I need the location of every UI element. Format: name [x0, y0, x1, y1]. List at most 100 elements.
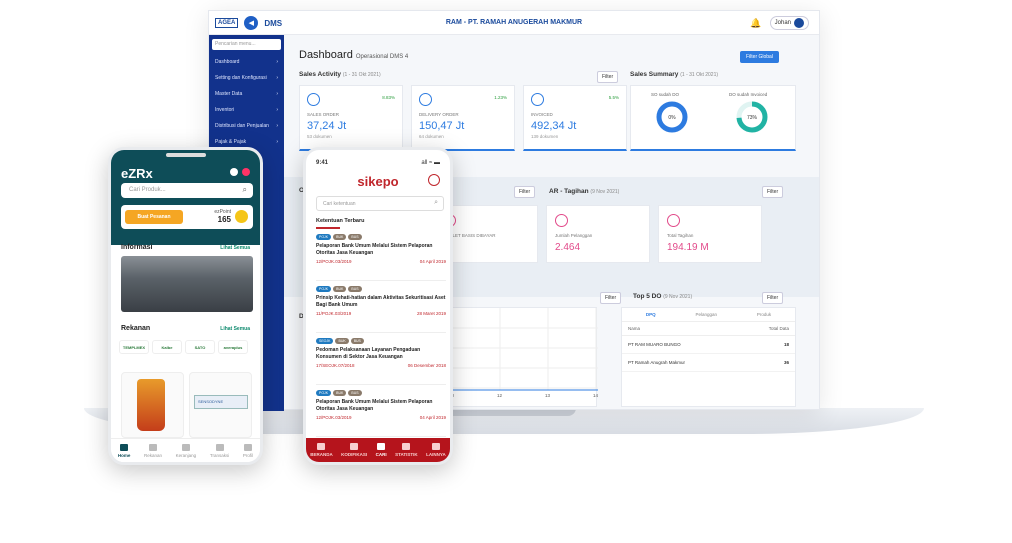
sales-card[interactable]: 8.83% SALES ORDER 37,24 Jt 53 dokumen — [299, 85, 403, 151]
chevron-icon: › — [276, 139, 278, 145]
sidebar-item[interactable]: Dashboard › — [209, 54, 284, 70]
tab-icon — [243, 443, 252, 451]
global-filter-button[interactable]: Filter Global — [740, 51, 779, 63]
card-label: INVOICED — [531, 112, 553, 117]
ar-title: AR - Tagihan (9 Nov 2021) — [549, 188, 620, 195]
chevron-icon: › — [276, 123, 278, 129]
bell-icon[interactable]: 🔔 — [750, 18, 761, 29]
sidebar-item[interactable]: Distribusi dan Penjualan › — [209, 118, 284, 134]
profile-icon[interactable] — [428, 174, 440, 186]
tab-item[interactable]: Rekanan — [144, 443, 162, 458]
top5-filter-button[interactable]: Filter — [762, 292, 784, 304]
regulation-date: 06 Desember 2018 — [407, 363, 446, 368]
tag-badge: POJK — [316, 390, 332, 396]
tab-icon — [181, 443, 190, 451]
sidebar-item-label: Distribusi dan Penjualan — [215, 123, 269, 129]
partner-logo[interactable]: averaplus — [218, 340, 248, 354]
partner-logo[interactable]: Kalbe — [152, 340, 182, 354]
table-row[interactable]: PT Ramah Anugrah Makmur 36 — [622, 354, 795, 372]
col-total: Total Data — [768, 326, 789, 331]
card-value: 37,24 Jt — [307, 120, 347, 132]
top5-tab[interactable]: Produk — [757, 312, 771, 317]
card-value: 492,34 Jt — [531, 120, 577, 132]
page-title: Dashboard Operasional DMS 4 — [299, 49, 408, 61]
sidebar-item[interactable]: Inventori › — [209, 102, 284, 118]
partner-logo[interactable]: SATO — [185, 340, 215, 354]
tab-icon — [120, 443, 129, 451]
donut-do-invoiced: 73% — [736, 101, 768, 133]
sidebar-item[interactable]: Setting dan Konfigurasi › — [209, 70, 284, 86]
tab-item[interactable]: BERANDA — [310, 443, 333, 457]
tag-badge: BUS — [348, 286, 362, 292]
tab-item[interactable]: Transaksi — [210, 443, 229, 458]
company-name: RAM - PT. RAMAH ANUGERAH MAKMUR — [445, 19, 583, 26]
ezpoint: ezPoint 165 — [214, 209, 231, 224]
notification-icon[interactable] — [242, 168, 250, 176]
sales-card[interactable]: 1.23% DELIVERY ORDER 150,47 Jt 64 dokumen — [411, 85, 515, 151]
table-row[interactable]: PT RAM MUARO BUNGO 18 — [622, 336, 795, 354]
partner-logo[interactable]: TEMPLMEX — [119, 340, 149, 354]
tab-item[interactable]: LAINNYA — [426, 443, 446, 457]
product-search-input[interactable]: Cari Produk... ⌕ — [121, 183, 253, 198]
regulation-item[interactable]: POJK BUK BUS Pelaporan Bank Umum Melalui Si… — [316, 234, 446, 281]
laptop-screen: AGEA ◀ DMS RAM - PT. RAMAH ANUGERAH MAKM… — [208, 10, 820, 411]
product-image: SENSODYNE — [194, 395, 248, 409]
tab-item[interactable]: Home — [117, 443, 131, 458]
tab-icon — [149, 443, 157, 451]
chart-filter-button[interactable]: Filter — [600, 292, 622, 304]
ezrx-phone: eZRx Cari Produk... ⌕ Buat Pesanan ezPoin… — [108, 147, 263, 465]
user-menu[interactable]: Johan — [769, 16, 809, 30]
card-value: 194.19 M — [667, 242, 709, 253]
x-tick: 14 — [593, 393, 599, 398]
ar-card[interactable]: Jumlah Pelanggan 2.464 — [546, 205, 650, 263]
ar-card[interactable]: Total Tagihan 194.19 M — [658, 205, 762, 263]
tab-label: Home — [117, 452, 131, 458]
ar-filter-button[interactable]: Filter — [514, 186, 536, 198]
col-name: Nama — [628, 326, 641, 331]
info-see-all-link[interactable]: Lihat Semua — [220, 245, 250, 251]
chevron-icon: › — [276, 59, 278, 65]
product-card[interactable]: SENSODYNE — [189, 372, 252, 438]
sales-card[interactable]: 5.5% INVOICED 492,34 Jt 139 dokumen — [523, 85, 627, 151]
tag-badge: POJK — [316, 286, 332, 292]
partners-see-all-link[interactable]: Lihat Semua — [220, 326, 250, 332]
search-placeholder: Cari Produk... — [129, 187, 166, 193]
sidebar-item[interactable]: Master Data › — [209, 86, 284, 102]
top5-title: Top 5 DO (9 Nov 2021) — [633, 293, 693, 300]
trend: 8.83% — [382, 95, 395, 100]
card-label: Total Tagihan — [667, 233, 694, 238]
regulation-title: Pelaporan Bank Umum Melalui Sistem Pelap… — [316, 243, 433, 256]
regulation-code: 17/SEOJK.07/2018 — [316, 363, 355, 368]
tab-item[interactable]: STATISTIK — [395, 443, 418, 457]
row-total: 18 — [783, 342, 789, 347]
tab-item[interactable]: Keranjang — [176, 443, 196, 458]
regulation-item[interactable]: SEOJK BUK BUS Pedoman Pelaksanaan Layanan P… — [316, 338, 446, 385]
order-banner: Buat Pesanan ezPoint 165 — [121, 205, 253, 229]
partners-title: Rekanan — [121, 325, 151, 332]
tab-item[interactable]: Profil — [243, 443, 253, 458]
warehouse-image[interactable] — [121, 256, 253, 312]
ar-filter-button-2[interactable]: Filter — [762, 186, 784, 198]
status-icons: all ≈ ▬ — [421, 160, 440, 166]
sidebar-item-label: Pajak & Pajak — [215, 139, 247, 145]
help-icon[interactable] — [230, 168, 238, 176]
sidebar-item-label: Inventori — [215, 107, 235, 113]
svg-text:73%: 73% — [747, 115, 758, 121]
regulation-code: 12/POJK.03/2019 — [316, 415, 352, 420]
tab-item[interactable]: KODIFIKASI — [341, 443, 367, 457]
create-order-button[interactable]: Buat Pesanan — [125, 210, 183, 224]
top5-tab[interactable]: Pelanggan — [695, 312, 717, 317]
filter-button[interactable]: Filter — [597, 71, 619, 83]
sikepo-phone: 9:41 all ≈ ▬ sikepo Cari ketentuan ⌕ Kete… — [303, 147, 453, 465]
regulation-search-input[interactable]: Cari ketentuan ⌕ — [316, 196, 444, 211]
top5-tab[interactable]: DPQ — [646, 312, 656, 317]
tag-badge: BUS — [348, 390, 362, 396]
regulation-item[interactable]: POJK BUK BUS Prinsip Kehati-hatian dalam Ak… — [316, 286, 446, 333]
product-card[interactable] — [121, 372, 184, 438]
tab-item[interactable]: CARI — [376, 443, 387, 457]
user-avatar-icon — [794, 18, 804, 28]
tag-badge: BUS — [348, 234, 362, 240]
sidebar-item-label: Setting dan Konfigurasi — [215, 75, 267, 81]
regulation-item[interactable]: POJK BUK BUS Pelaporan Bank Umum Melalui Si… — [316, 390, 446, 437]
collapse-icon[interactable]: « — [269, 39, 273, 46]
